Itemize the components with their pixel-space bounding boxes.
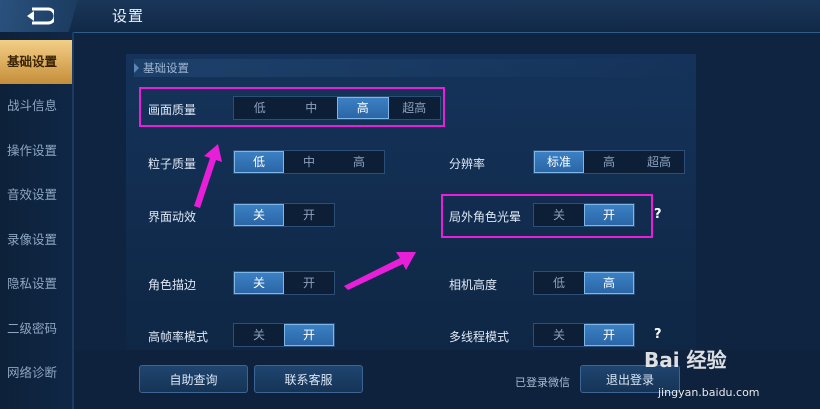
hfr-option-off[interactable]: 关 [234,324,284,346]
resolution-selector: 标准 高 超高 [533,150,685,174]
ui-fx-option-on[interactable]: 开 [284,204,334,226]
sidebar-item-replay[interactable]: 录像设置 [0,218,72,262]
login-status-text: 已登录微信 [515,376,570,389]
back-button[interactable] [0,0,78,32]
sidebar: 基础设置 战斗信息 操作设置 音效设置 录像设置 隐私设置 二级密码 网络诊断 [0,32,72,409]
annotation-arrow-up [194,144,222,208]
sidebar-item-basic[interactable]: 基础设置 [0,40,72,84]
section-title: 基础设置 [134,59,694,77]
particle-option-low[interactable]: 低 [234,151,284,173]
hfr-option-on[interactable]: 开 [284,324,334,346]
camera-label: 相机高度 [449,278,498,292]
ui-fx-option-off[interactable]: 关 [234,204,284,226]
top-bar: 设置 [0,0,820,33]
back-arrow-icon [27,7,54,25]
highlight-box-quality [139,87,445,127]
multithread-help-icon[interactable]: ? [654,327,662,342]
outline-option-off[interactable]: 关 [234,272,284,294]
hfr-label: 高帧率模式 [148,330,209,344]
highlight-box-halo [441,194,653,238]
multithread-label: 多线程模式 [449,330,510,344]
sidebar-item-battle[interactable]: 战斗信息 [0,84,72,128]
watermark-url: jingyan.baidu.com [658,386,760,399]
outline-label: 角色描边 [148,278,197,292]
ui-fx-label: 界面动效 [148,210,197,224]
sidebar-item-password[interactable]: 二级密码 [0,307,72,351]
particle-option-high[interactable]: 高 [334,151,384,173]
particle-selector: 低 中 高 [233,150,385,174]
halo-help-icon[interactable]: ? [654,207,662,222]
multithread-option-off[interactable]: 关 [534,324,584,346]
row-five-clip: 高帧率模式 关 开 多线程模式 关 开 ? [126,322,696,350]
resolution-label: 分辨率 [449,157,486,171]
resolution-option-standard[interactable]: 标准 [534,151,584,173]
page-title: 设置 [112,7,145,25]
contact-support-button[interactable]: 联系客服 [254,365,363,393]
resolution-option-ultra[interactable]: 超高 [634,151,684,173]
ui-fx-toggle: 关 开 [233,203,335,227]
camera-option-high[interactable]: 高 [584,272,634,294]
multithread-toggle: 关 开 [533,323,635,347]
camera-option-low[interactable]: 低 [534,272,584,294]
outline-toggle: 关 开 [233,271,335,295]
annotation-arrow-right [344,252,416,290]
watermark-logo: Bai 经验 [644,348,727,372]
self-help-button[interactable]: 自助查询 [139,365,248,393]
sidebar-item-sound[interactable]: 音效设置 [0,173,72,217]
sidebar-item-privacy[interactable]: 隐私设置 [0,262,72,306]
particle-option-mid[interactable]: 中 [284,151,334,173]
camera-toggle: 低 高 [533,271,635,295]
outline-option-on[interactable]: 开 [284,272,334,294]
sidebar-item-network[interactable]: 网络诊断 [0,351,72,395]
multithread-option-on[interactable]: 开 [584,324,634,346]
hfr-toggle: 关 开 [233,323,335,347]
resolution-option-high[interactable]: 高 [584,151,634,173]
sidebar-item-controls[interactable]: 操作设置 [0,129,72,173]
